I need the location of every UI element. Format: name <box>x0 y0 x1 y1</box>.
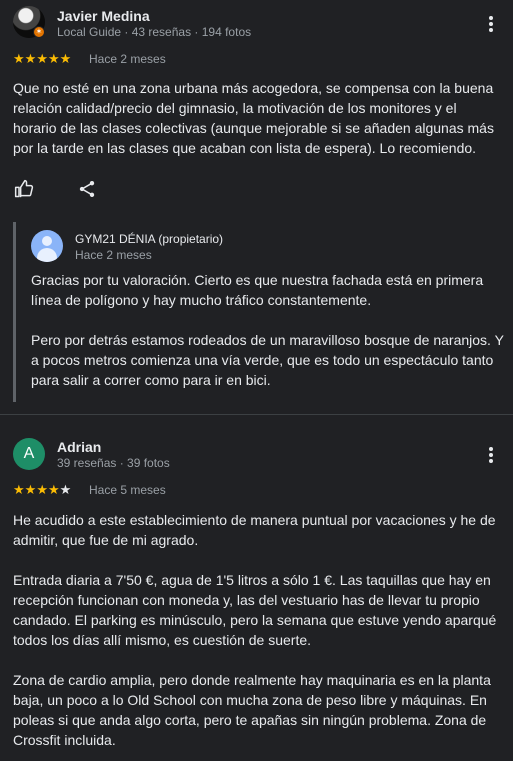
owner-reply-bar <box>13 222 16 402</box>
owner-reply-paragraph: Pero por detrás estamos rodeados de un m… <box>31 332 504 388</box>
review-divider <box>0 414 513 415</box>
star-empty-icon: ★ <box>59 482 72 497</box>
owner-reply-text: Gracias por tu valoración. Cierto es que… <box>31 270 505 390</box>
review-date: Hace 2 meses <box>89 52 166 66</box>
owner-reply-date: Hace 2 meses <box>75 248 152 262</box>
star-icon: ★ <box>47 51 60 66</box>
rating-stars: ★★★★★ <box>13 51 71 67</box>
thumb-up-icon[interactable] <box>13 179 35 199</box>
review-paragraph: Zona de cardio amplia, pero donde realme… <box>13 672 491 748</box>
review-paragraph: He acudido a este establecimiento de man… <box>13 512 496 548</box>
owner-name: GYM21 DÉNIA (propietario) <box>75 232 224 246</box>
share-icon[interactable] <box>77 179 97 199</box>
star-icon: ★ <box>24 51 37 66</box>
local-guide-badge-icon: ✶ <box>33 26 45 38</box>
review-text: He acudido a este establecimiento de man… <box>13 510 503 750</box>
star-icon: ★ <box>36 482 48 497</box>
rating-stars: ★★★★★ <box>13 482 71 498</box>
review-paragraph: Entrada diaria a 7'50 €, agua de 1'5 lit… <box>13 572 497 648</box>
review-text: Que no esté en una zona urbana más acoge… <box>13 80 494 156</box>
star-icon: ★ <box>13 482 25 497</box>
reviewer-name[interactable]: Adrian <box>57 439 101 455</box>
reviewer-meta: 39 reseñas · 39 fotos <box>57 456 170 470</box>
star-icon: ★ <box>47 482 60 497</box>
more-options-icon[interactable] <box>483 14 499 34</box>
owner-reply-paragraph: Gracias por tu valoración. Cierto es que… <box>31 272 484 308</box>
reviewer-meta: Local Guide · 43 reseñas · 194 fotos <box>57 25 252 39</box>
reviewer-avatar[interactable]: A <box>13 438 45 470</box>
reviewer-name[interactable]: Javier Medina <box>57 8 150 24</box>
star-icon: ★ <box>13 51 25 66</box>
review-date: Hace 5 meses <box>89 483 166 497</box>
star-icon: ★ <box>59 51 72 66</box>
star-icon: ★ <box>36 51 48 66</box>
more-options-icon[interactable] <box>483 445 499 465</box>
owner-avatar-icon <box>31 230 63 262</box>
star-icon: ★ <box>24 482 37 497</box>
